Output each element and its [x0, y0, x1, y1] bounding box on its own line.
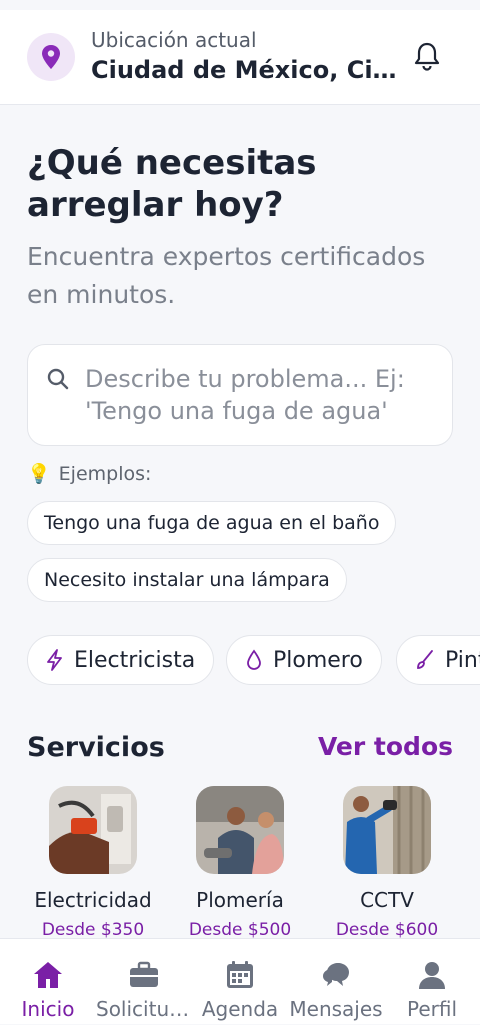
see-all-link[interactable]: Ver todos: [318, 732, 453, 761]
category-chip-electricista[interactable]: Electricista: [27, 635, 215, 685]
example-chip[interactable]: Necesito instalar una lámpara: [27, 558, 347, 602]
status-bar: [0, 0, 480, 10]
calendar-icon: [227, 961, 253, 988]
category-row: Electricista Plomero Pintor: [0, 635, 480, 687]
service-image: [343, 786, 431, 874]
nav-label: Inicio: [21, 997, 75, 1021]
category-label: Plomero: [273, 647, 363, 673]
chat-icon: [323, 963, 349, 986]
service-name: Electricidad: [34, 888, 152, 912]
service-image: [49, 786, 137, 874]
nav-label: Solicitudes: [96, 997, 192, 1021]
service-price: Desde $350: [41, 920, 145, 940]
drop-icon: [247, 649, 261, 670]
category-label: Pintor: [445, 647, 480, 673]
examples-label: Ejemplos:: [58, 462, 152, 485]
search-input[interactable]: Describe tu problema... Ej: 'Tengo una f…: [85, 363, 445, 427]
nav-label: Perfil: [406, 997, 458, 1021]
bell-icon[interactable]: [410, 40, 444, 74]
brush-icon: [417, 650, 433, 669]
nav-label: Agenda: [201, 997, 279, 1021]
category-chip-pintor[interactable]: Pintor: [396, 635, 480, 685]
bolt-icon: [47, 649, 62, 671]
page-subtitle: Encuentra expertos certificados en minut…: [27, 242, 426, 309]
nav-item-perfil[interactable]: Perfil: [384, 939, 480, 1025]
category-label: Electricista: [74, 647, 196, 673]
search-box[interactable]: Describe tu problema... Ej: 'Tengo una f…: [27, 344, 453, 446]
nav-label: Mensajes: [289, 997, 383, 1021]
search-icon: [47, 368, 69, 390]
page-title: ¿Qué necesitas arreglar hoy?: [27, 143, 317, 225]
lightbulb-icon: 💡: [27, 463, 51, 485]
services-title: Servicios: [27, 732, 165, 763]
service-card-electricidad[interactable]: Electricidad Desde $350: [18, 786, 168, 940]
nav-item-solicitudes[interactable]: Solicitudes: [96, 939, 192, 1025]
briefcase-icon: [130, 961, 158, 987]
service-card-cctv[interactable]: CCTV Desde $600: [312, 786, 462, 940]
service-name: CCTV: [360, 888, 414, 912]
service-name: Plomería: [196, 888, 284, 912]
nav-item-mensajes[interactable]: Mensajes: [288, 939, 384, 1025]
service-price: Desde $600: [335, 920, 439, 940]
service-image: [196, 786, 284, 874]
location-label: Ubicación actual: [91, 28, 257, 52]
nav-item-agenda[interactable]: Agenda: [192, 939, 288, 1025]
user-icon: [419, 962, 445, 989]
example-chip[interactable]: Tengo una fuga de agua en el baño: [27, 501, 397, 545]
home-icon: [34, 962, 62, 988]
location-pin-icon: [42, 45, 60, 69]
service-card-plomeria[interactable]: Plomería Desde $500: [165, 786, 315, 940]
current-city[interactable]: Ciudad de México, Ciudad de México: [91, 56, 403, 84]
nav-item-inicio[interactable]: Inicio: [0, 939, 96, 1025]
bottom-navigation: Inicio Solicitudes Agenda Mensajes: [0, 938, 480, 1024]
category-chip-plomero[interactable]: Plomero: [226, 635, 382, 685]
location-header: Ubicación actual Ciudad de México, Ciuda…: [0, 10, 480, 105]
examples-heading: 💡 Ejemplos:: [27, 462, 152, 486]
service-price: Desde $500: [188, 920, 292, 940]
location-badge[interactable]: [27, 33, 75, 81]
